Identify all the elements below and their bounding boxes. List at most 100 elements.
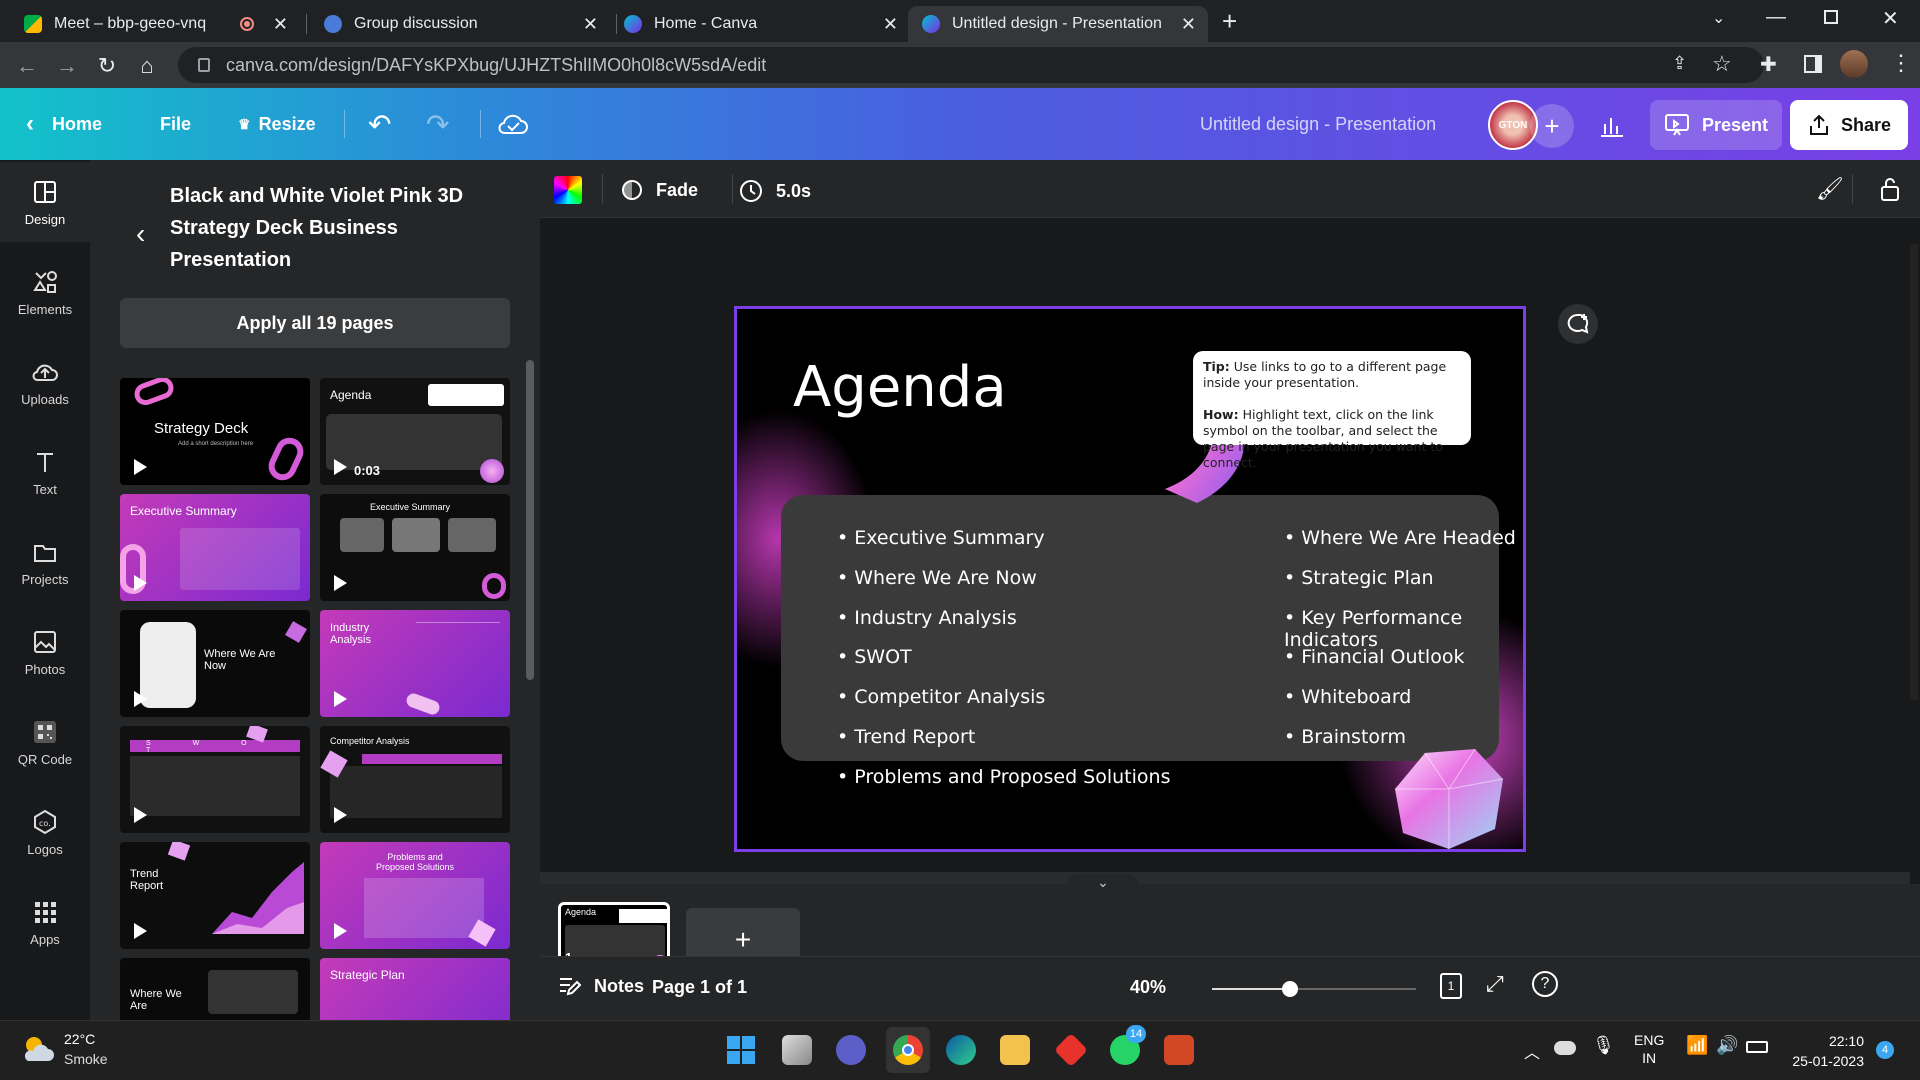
page-indicator[interactable]: Page 1 of 1 <box>652 977 747 998</box>
notification-badge[interactable]: 4 <box>1876 1041 1894 1059</box>
transition-button[interactable]: Fade <box>620 178 698 202</box>
template-thumb[interactable]: Trend Report <box>120 842 310 949</box>
tab-group-discussion[interactable]: Group discussion ✕ <box>310 6 610 42</box>
resize-button[interactable]: ♛ Resize <box>238 88 316 160</box>
chat-icon[interactable] <box>836 1035 866 1065</box>
agenda-item[interactable]: • Trend Report <box>837 726 975 748</box>
onedrive-icon[interactable] <box>1554 1041 1576 1055</box>
add-comment-button[interactable] <box>1558 304 1598 344</box>
share-button[interactable]: Share <box>1790 100 1908 150</box>
template-thumb[interactable]: Strategy Deck Add a short description he… <box>120 378 310 485</box>
side-panel-icon[interactable] <box>1804 55 1822 73</box>
agenda-item[interactable]: • Whiteboard <box>1284 686 1411 708</box>
powerpoint-icon[interactable] <box>1164 1035 1194 1065</box>
copy-style-icon[interactable]: 🖌 <box>1816 176 1844 202</box>
tab-untitled-design[interactable]: Untitled design - Presentation ✕ <box>908 6 1208 42</box>
template-thumb[interactable]: Where We Are Now <box>120 610 310 717</box>
bookmark-star-icon[interactable]: ☆ <box>1712 51 1732 77</box>
template-thumb[interactable]: Strategic Plan <box>320 958 510 1020</box>
chrome-taskbar-button[interactable] <box>886 1027 930 1073</box>
redo-button[interactable]: ↷ <box>426 88 449 160</box>
cloud-save-icon[interactable] <box>498 88 528 160</box>
task-view-icon[interactable] <box>782 1035 812 1065</box>
agenda-item[interactable]: • Industry Analysis <box>837 607 1017 629</box>
template-thumb[interactable]: Agenda 0:03 <box>320 378 510 485</box>
close-window-icon[interactable]: ✕ <box>1882 6 1899 31</box>
timing-button[interactable]: 5.0s <box>738 178 811 204</box>
extensions-icon[interactable]: ✚ <box>1760 52 1777 77</box>
sidebar-item-projects[interactable]: Projects <box>0 522 90 602</box>
agenda-item[interactable]: • Brainstorm <box>1284 726 1406 748</box>
agenda-item[interactable]: • Competitor Analysis <box>837 686 1045 708</box>
agenda-item[interactable]: • Strategic Plan <box>1284 567 1434 589</box>
zoom-slider-thumb[interactable] <box>1281 981 1298 997</box>
battery-icon[interactable] <box>1746 1041 1768 1053</box>
sidebar-item-elements[interactable]: Elements <box>0 252 90 332</box>
zoom-level[interactable]: 40% <box>1130 977 1166 998</box>
profile-avatar[interactable] <box>1840 50 1868 78</box>
tab-home-canva[interactable]: Home - Canva ✕ <box>610 6 910 42</box>
file-menu-button[interactable]: File <box>160 88 191 160</box>
tab-search-icon[interactable]: ⌄ <box>1712 8 1725 28</box>
menu-icon[interactable]: ⋮ <box>1890 50 1912 76</box>
back-chevron-icon[interactable]: ‹ <box>136 218 145 250</box>
template-thumb[interactable]: S W O T <box>120 726 310 833</box>
template-thumb[interactable]: Industry Analysis <box>320 610 510 717</box>
document-title[interactable]: Untitled design - Presentation <box>1200 88 1436 160</box>
home-button[interactable]: ‹ Home <box>26 88 102 160</box>
template-thumb[interactable]: Executive Summary <box>120 494 310 601</box>
agenda-item[interactable]: • Executive Summary <box>837 527 1045 549</box>
tip-box[interactable]: Tip: Use links to go to a different page… <box>1193 351 1471 470</box>
vertical-scrollbar[interactable] <box>1910 244 1918 700</box>
volume-icon[interactable]: 🔊 <box>1716 1035 1738 1056</box>
expand-pages-icon[interactable]: ⌄ <box>1068 874 1138 894</box>
anydesk-icon[interactable] <box>1054 1033 1088 1067</box>
template-thumb[interactable]: Where We Are <box>120 958 310 1020</box>
lock-icon[interactable] <box>1878 176 1902 207</box>
close-icon[interactable]: ✕ <box>883 14 898 35</box>
template-thumb[interactable]: Competitor Analysis <box>320 726 510 833</box>
reload-icon[interactable]: ↻ <box>94 53 120 79</box>
microphone-icon[interactable]: 🎙 <box>1592 1035 1615 1056</box>
help-icon[interactable]: ? <box>1532 971 1558 997</box>
new-tab-button[interactable]: + <box>1222 6 1237 37</box>
sidebar-item-qr-code[interactable]: QR Code <box>0 702 90 782</box>
back-icon[interactable]: ← <box>14 53 40 79</box>
tab-meet[interactable]: Meet – bbp-geeo-vnq ✕ <box>10 6 300 42</box>
grid-view-button[interactable]: 1 <box>1440 973 1462 999</box>
url-input[interactable]: canva.com/design/DAFYsKPXbug/UJHZTShlIMO… <box>178 47 1764 83</box>
undo-button[interactable]: ↶ <box>368 88 391 160</box>
slide[interactable]: Agenda • Executive Summary • Where We Ar… <box>734 306 1526 852</box>
agenda-item[interactable]: • Where We Are Headed <box>1284 527 1516 549</box>
close-icon[interactable]: ✕ <box>583 14 598 35</box>
notes-button[interactable]: Notes <box>558 975 644 997</box>
weather-icon[interactable] <box>20 1033 56 1065</box>
zoom-slider[interactable] <box>1212 981 1416 997</box>
wifi-icon[interactable]: 📶 <box>1686 1035 1708 1056</box>
close-icon[interactable]: ✕ <box>273 14 288 35</box>
sidebar-item-logos[interactable]: co. Logos <box>0 792 90 872</box>
file-explorer-icon[interactable] <box>1000 1035 1030 1065</box>
insights-button[interactable] <box>1588 104 1636 148</box>
panel-scrollbar[interactable] <box>526 360 534 680</box>
agenda-item[interactable]: • Problems and Proposed Solutions <box>837 766 1170 788</box>
sidebar-item-text[interactable]: Text <box>0 432 90 512</box>
template-thumb[interactable]: Problems and Proposed Solutions <box>320 842 510 949</box>
template-thumb[interactable]: Executive Summary <box>320 494 510 601</box>
add-collaborator-button[interactable]: + <box>1530 104 1574 148</box>
sidebar-item-design[interactable]: Design <box>0 162 90 242</box>
maximize-icon[interactable] <box>1824 10 1838 24</box>
start-icon[interactable] <box>726 1035 756 1065</box>
color-picker-icon[interactable] <box>554 176 582 204</box>
language-indicator[interactable]: ENG IN <box>1634 1031 1664 1067</box>
agenda-item[interactable]: • Financial Outlook <box>1284 646 1464 668</box>
agenda-item[interactable]: • Where We Are Now <box>837 567 1037 589</box>
forward-icon[interactable]: → <box>54 53 80 79</box>
present-button[interactable]: Present <box>1650 100 1782 150</box>
home-icon[interactable]: ⌂ <box>134 53 160 79</box>
horizontal-scrollbar[interactable] <box>540 872 1910 884</box>
agenda-item[interactable]: • Key Performance Indicators <box>1284 607 1523 651</box>
edge-icon[interactable] <box>946 1035 976 1065</box>
minimize-icon[interactable]: — <box>1766 6 1786 29</box>
fullscreen-icon[interactable]: ⤢ <box>1486 971 1504 997</box>
